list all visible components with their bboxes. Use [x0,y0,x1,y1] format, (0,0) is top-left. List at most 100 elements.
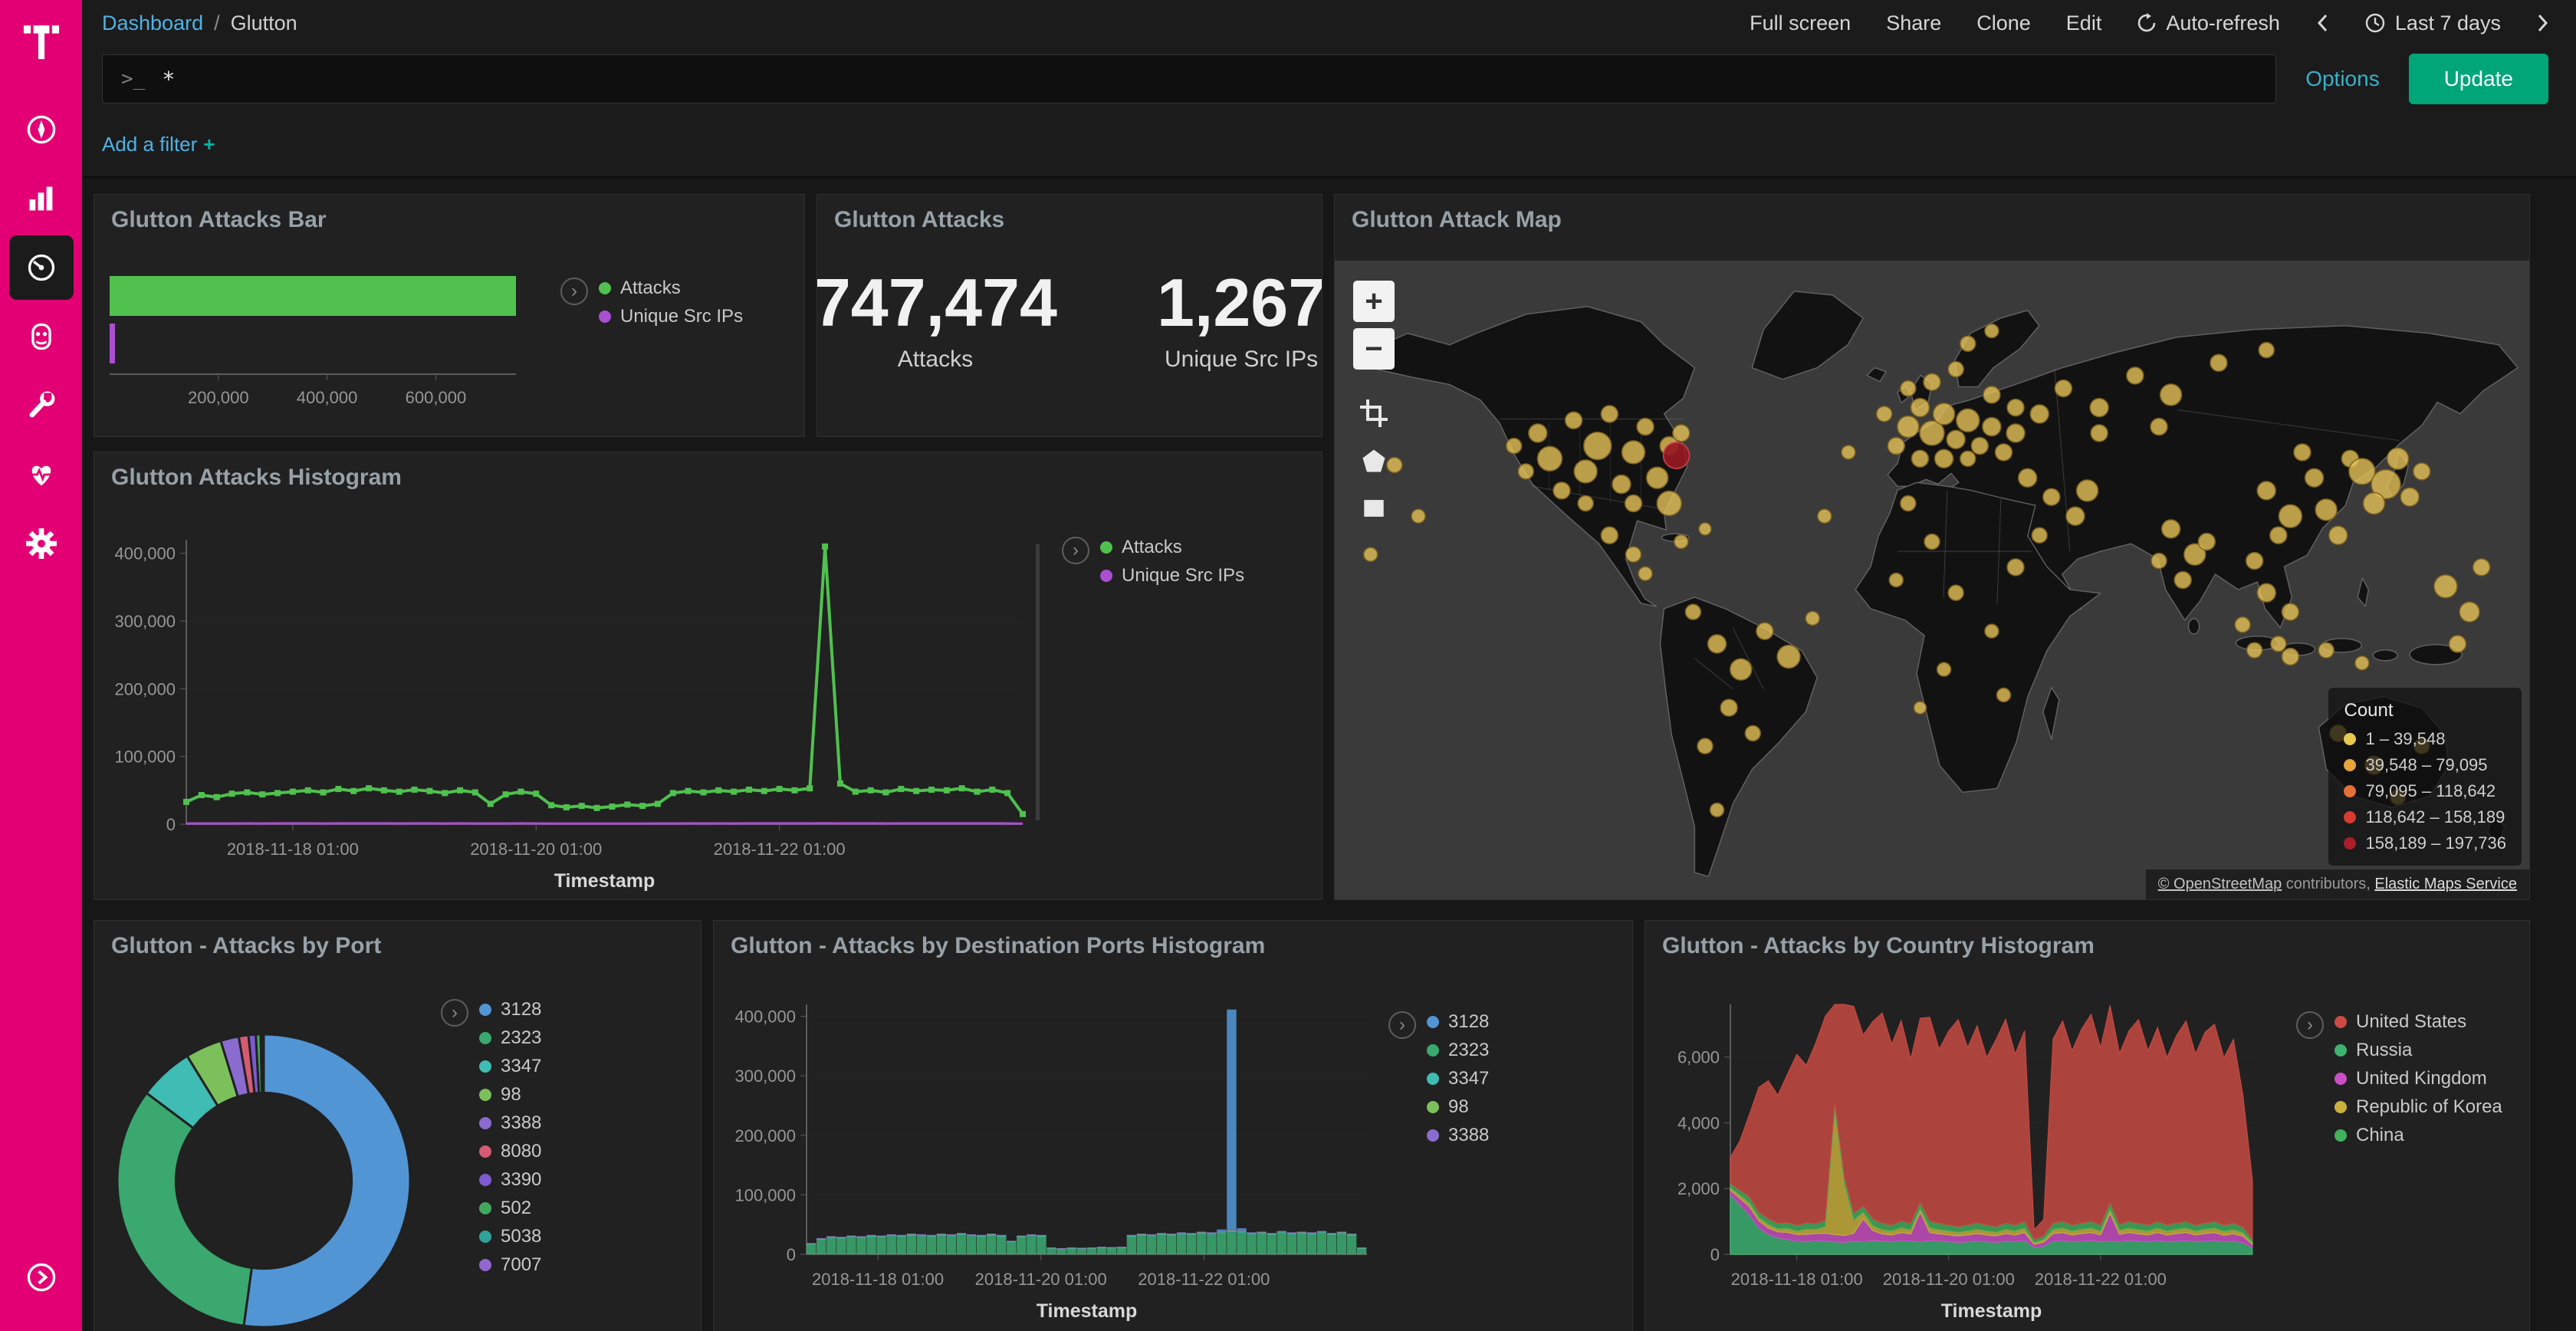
attack-marker[interactable] [2279,504,2302,527]
attack-marker[interactable] [2257,583,2275,602]
attack-marker[interactable] [1924,534,1940,550]
dashboard-gauge-icon[interactable] [9,235,74,300]
attack-marker[interactable] [2019,468,2037,487]
attack-marker[interactable] [1971,438,1988,455]
management-gear-icon[interactable] [9,511,74,576]
t-mobile-logo[interactable] [18,20,64,67]
legend-item[interactable]: 118,642 – 158,189 [2344,807,2506,827]
attack-marker[interactable] [2030,405,2049,423]
legend-item[interactable]: Attacks [599,278,743,299]
share-button[interactable]: Share [1886,12,1941,35]
attack-marker[interactable] [1673,425,1690,442]
attack-marker[interactable] [1842,445,1855,459]
attack-marker[interactable] [2235,617,2250,633]
attack-marker[interactable] [2007,399,2024,416]
world-map[interactable]: + − Count 1 – 39,54839,548 – 79,09579,09… [1335,261,2529,899]
legend-item[interactable]: 7007 [479,1254,541,1276]
legend-item[interactable]: 3390 [479,1169,541,1191]
attack-marker[interactable] [1985,324,1999,338]
attack-marker[interactable] [1720,699,1737,716]
attack-marker[interactable] [2434,575,2457,598]
attack-marker[interactable] [2363,493,2384,514]
attack-marker[interactable] [2032,527,2047,543]
attack-marker[interactable] [1935,449,1953,468]
attack-marker[interactable] [1983,418,2001,436]
legend-toggle-icon[interactable]: › [1388,1011,1416,1039]
attack-marker[interactable] [2473,559,2490,576]
attack-marker[interactable] [1960,451,1976,466]
attack-marker-high[interactable] [1664,442,1690,468]
legend-item[interactable]: 98 [1427,1096,1489,1118]
attack-marker[interactable] [1601,527,1618,544]
discover-compass-icon[interactable] [9,97,74,162]
attack-marker[interactable] [2413,463,2430,480]
attack-marker[interactable] [1685,604,1700,619]
attack-marker[interactable] [1924,373,1940,390]
attack-marker[interactable] [2091,425,2108,442]
map-rectangle-tool-icon[interactable] [1353,488,1395,529]
attack-marker[interactable] [1638,567,1652,580]
attack-marker[interactable] [1911,399,1929,417]
attack-marker[interactable] [1566,412,1582,429]
attack-marker[interactable] [1818,509,1832,523]
legend-item[interactable]: Unique Src IPs [1100,565,1244,587]
attack-marker[interactable] [1730,659,1752,680]
legend-item[interactable]: Attacks [1100,537,1244,558]
attack-marker[interactable] [2450,636,2466,652]
attack-marker[interactable] [1888,438,1904,455]
attack-marker[interactable] [1697,738,1713,754]
honeypot-mask-icon[interactable] [9,304,74,369]
attack-marker[interactable] [2349,458,2375,485]
attack-marker[interactable] [2210,354,2227,371]
attack-marker[interactable] [2270,527,2287,544]
legend-item[interactable]: 3388 [479,1112,541,1134]
edit-button[interactable]: Edit [2066,12,2102,35]
attack-marker[interactable] [1996,688,2010,702]
attack-marker[interactable] [1553,482,1570,499]
attack-marker[interactable] [1626,547,1641,562]
attack-marker[interactable] [1957,409,1980,432]
attack-marker[interactable] [1777,645,1800,668]
attack-marker[interactable] [2174,572,2191,589]
auto-refresh-button[interactable]: Auto-refresh [2137,12,2280,35]
attack-marker[interactable] [2259,343,2274,358]
attack-marker[interactable] [1625,495,1642,512]
clone-button[interactable]: Clone [1976,12,2031,35]
elastic-maps-service-link[interactable]: Elastic Maps Service [2374,876,2517,892]
legend-item[interactable]: 3128 [479,999,541,1020]
attack-marker[interactable] [2459,602,2479,622]
search-input-container[interactable]: >_ [102,54,2276,104]
query-options-link[interactable]: Options [2305,67,2380,91]
legend-toggle-icon[interactable]: › [560,278,588,305]
legend-item[interactable]: 502 [479,1198,541,1219]
attack-marker[interactable] [2387,448,2409,469]
map-zoom-in-button[interactable]: + [1353,281,1395,322]
attack-marker[interactable] [2162,520,2180,538]
breadcrumb-dashboard-link[interactable]: Dashboard [102,12,203,35]
attack-marker[interactable] [1985,624,1999,638]
attack-marker[interactable] [1756,623,1773,639]
destination-ports-histogram-chart[interactable]: 0100,000200,000300,000400,0002018-11-18 … [726,994,1378,1323]
attack-marker[interactable] [1574,460,1597,483]
attack-marker[interactable] [2400,488,2419,506]
legend-toggle-icon[interactable]: › [2296,1011,2324,1039]
attack-marker[interactable] [2247,642,2262,658]
legend-item[interactable]: 79,095 – 118,642 [2344,781,2506,801]
attack-marker[interactable] [1947,430,1965,449]
attack-marker[interactable] [2151,554,2167,569]
attack-marker[interactable] [2246,553,2263,570]
collapse-nav-icon[interactable] [9,1245,74,1310]
time-back-button[interactable] [2315,12,2329,34]
legend-item[interactable]: Russia [2334,1040,2502,1061]
attack-marker[interactable] [2007,559,2024,576]
attack-marker[interactable] [2355,656,2369,670]
attack-marker[interactable] [1612,475,1631,494]
attack-marker[interactable] [1960,336,1976,351]
map-zoom-out-button[interactable]: − [1353,328,1395,370]
attack-marker[interactable] [2271,636,2286,652]
dev-tools-wrench-icon[interactable] [9,373,74,438]
attack-marker[interactable] [2305,468,2324,487]
legend-item[interactable]: 2323 [1427,1040,1489,1061]
attack-marker[interactable] [2055,380,2072,397]
attack-marker[interactable] [1708,635,1727,653]
